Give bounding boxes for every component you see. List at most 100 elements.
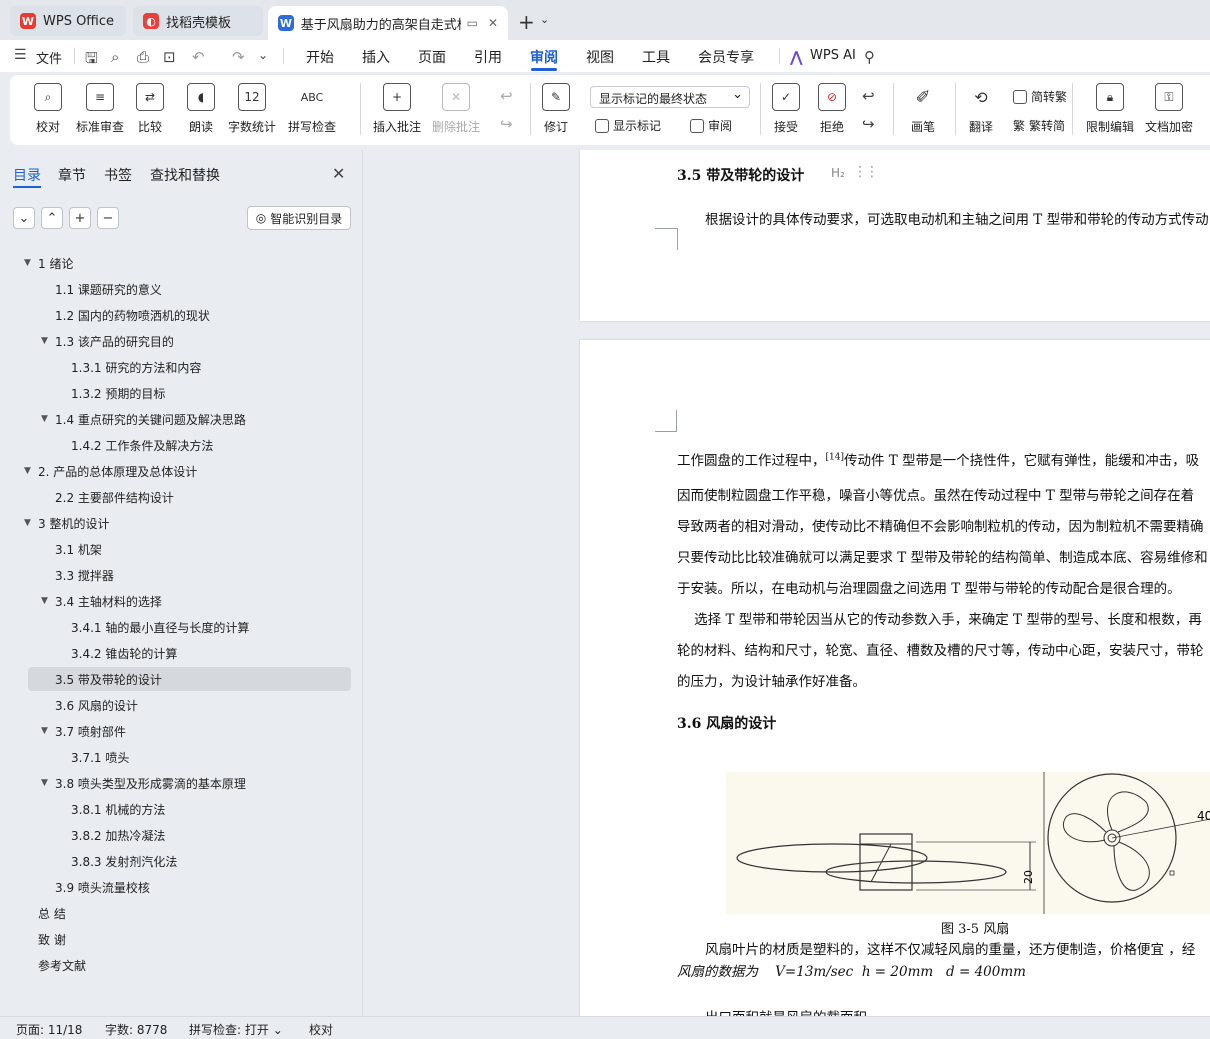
- review-pane-button[interactable]: 审阅: [690, 117, 732, 134]
- close-icon[interactable]: ✕: [332, 164, 345, 183]
- show-markup-button[interactable]: 显示标记: [595, 117, 661, 134]
- promote-level-button[interactable]: +: [69, 207, 91, 229]
- toc-item[interactable]: 3.8.1 机械的方法: [71, 798, 165, 820]
- toc-item[interactable]: 1.2 国内的药物喷洒机的现状: [55, 304, 210, 326]
- simp-to-trad-button[interactable]: 简转繁: [1013, 88, 1067, 105]
- print-icon[interactable]: ⎙: [137, 48, 149, 66]
- collapse-all-button[interactable]: ⌃: [41, 207, 63, 229]
- track-changes-button[interactable]: ✎ 修订: [542, 83, 570, 135]
- tab-document[interactable]: W 基于风扇助力的高架自走式棉花 ▭ ✕: [268, 6, 508, 40]
- toc-item[interactable]: 3.8.3 发射剂汽化法: [71, 850, 177, 872]
- menu-icon[interactable]: ☰: [14, 47, 27, 63]
- translate-button[interactable]: ⟲ 翻译: [967, 83, 995, 135]
- toc-item[interactable]: 参考文献: [38, 954, 86, 976]
- toc-item[interactable]: 3.6 风扇的设计: [55, 694, 138, 716]
- menu-membership[interactable]: 会员专享: [698, 47, 754, 67]
- compare-button[interactable]: ⇄ 比较: [136, 83, 164, 135]
- chevron-down-icon[interactable]: ⌄: [540, 13, 549, 26]
- expand-all-button[interactable]: ⌄: [13, 207, 35, 229]
- toc-item[interactable]: ▼ 1.4 重点研究的关键问题及解决思路: [41, 408, 246, 430]
- word-count-button[interactable]: 12 字数统计: [228, 83, 276, 135]
- word-count-indicator[interactable]: 字数: 8778: [105, 1021, 167, 1038]
- toc-item[interactable]: ▼ 3.8 喷头类型及形成雾滴的基本原理: [41, 772, 246, 794]
- toc-item[interactable]: 3.1 机架: [55, 538, 102, 560]
- search-icon[interactable]: ⚲: [864, 48, 875, 66]
- next-comment-icon[interactable]: ↪: [500, 115, 513, 133]
- undo-icon[interactable]: ↶: [192, 48, 205, 66]
- tab-template[interactable]: ◐ 找稻壳模板: [133, 6, 263, 36]
- toc-item[interactable]: ▼ 3 整机的设计: [24, 512, 109, 534]
- toc-item[interactable]: ▼ 1.3 该产品的研究目的: [41, 330, 174, 352]
- page-indicator[interactable]: 页面: 11/18: [16, 1021, 82, 1038]
- spell-check-button[interactable]: ABC 拼写检查: [288, 83, 336, 135]
- menu-review[interactable]: 审阅: [530, 47, 558, 67]
- accept-button[interactable]: ✓ 接受: [772, 83, 800, 135]
- nav-tab-toc[interactable]: 目录: [13, 165, 41, 185]
- screen-icon[interactable]: ▭: [467, 16, 478, 30]
- previous-change-icon[interactable]: ↩: [862, 87, 875, 105]
- menu-home[interactable]: 开始: [306, 47, 334, 67]
- expand-toggle-icon[interactable]: ▼: [24, 518, 38, 528]
- insert-comment-button[interactable]: + 插入批注: [373, 83, 421, 135]
- wps-ai-button[interactable]: WPS AI: [810, 48, 856, 63]
- demote-level-button[interactable]: −: [97, 207, 119, 229]
- expand-toggle-icon[interactable]: ▼: [41, 596, 55, 606]
- delete-comment-button[interactable]: ✕ 删除批注: [432, 83, 480, 135]
- toc-item[interactable]: 3.8.2 加热冷凝法: [71, 824, 165, 846]
- next-change-icon[interactable]: ↪: [862, 115, 875, 133]
- read-aloud-button[interactable]: ◖ 朗读: [187, 83, 215, 135]
- new-tab-icon[interactable]: +: [518, 10, 535, 34]
- reject-button[interactable]: ⊘ 拒绝: [818, 83, 846, 135]
- close-icon[interactable]: ✕: [488, 16, 498, 30]
- nav-tab-bookmarks[interactable]: 书签: [104, 165, 132, 185]
- print-preview-icon[interactable]: ⊡: [163, 48, 176, 66]
- nav-tab-sections[interactable]: 章节: [58, 165, 86, 185]
- previous-comment-icon[interactable]: ↩: [500, 87, 513, 105]
- menu-insert[interactable]: 插入: [362, 47, 390, 67]
- trad-to-simp-button[interactable]: 繁 繁转简: [1013, 117, 1065, 134]
- encrypt-document-button[interactable]: ⚿ 文档加密: [1145, 83, 1193, 135]
- expand-toggle-icon[interactable]: ▼: [41, 726, 55, 736]
- toc-item[interactable]: ▼ 2. 产品的总体原理及总体设计: [24, 460, 197, 482]
- toc-item[interactable]: 3.7.1 喷头: [71, 746, 129, 768]
- pen-button[interactable]: ✐ 画笔: [909, 83, 937, 135]
- smart-toc-button[interactable]: ◎ 智能识别目录: [247, 206, 351, 230]
- markup-state-select[interactable]: 显示标记的最终状态: [590, 86, 750, 108]
- toc-item[interactable]: 2.2 主要部件结构设计: [55, 486, 174, 508]
- expand-toggle-icon[interactable]: ▼: [24, 258, 38, 268]
- nav-tab-find-replace[interactable]: 查找和替换: [150, 165, 220, 185]
- tab-wps-office[interactable]: W WPS Office: [10, 6, 126, 36]
- toc-item[interactable]: 总 结: [38, 902, 66, 924]
- expand-toggle-icon[interactable]: ▼: [41, 336, 55, 346]
- restrict-editing-button[interactable]: 🔒︎ 限制编辑: [1086, 83, 1134, 135]
- menu-view[interactable]: 视图: [586, 47, 614, 67]
- chevron-down-icon[interactable]: ⌄: [258, 48, 268, 62]
- menu-references[interactable]: 引用: [474, 47, 502, 67]
- toc-item[interactable]: 3.4.1 轴的最小直径与长度的计算: [71, 616, 249, 638]
- toc-item[interactable]: ▼ 3.4 主轴材料的选择: [41, 590, 162, 612]
- toc-item[interactable]: 1.3.1 研究的方法和内容: [71, 356, 201, 378]
- file-menu[interactable]: 文件: [36, 48, 62, 67]
- share-icon[interactable]: ⌕: [111, 48, 119, 66]
- toc-item[interactable]: 1.1 课题研究的意义: [55, 278, 162, 300]
- toc-item[interactable]: 3.3 搅拌器: [55, 564, 114, 586]
- expand-toggle-icon[interactable]: ▼: [41, 414, 55, 424]
- toc-item[interactable]: 3.5 带及带轮的设计: [55, 668, 162, 690]
- citation[interactable]: [14]: [826, 453, 844, 463]
- proofread-button[interactable]: ⌕ 校对: [34, 83, 62, 135]
- spell-check-indicator[interactable]: 拼写检查: 打开 ⌄: [189, 1021, 283, 1038]
- expand-toggle-icon[interactable]: ▼: [41, 778, 55, 788]
- toc-item[interactable]: 3.4.2 锥齿轮的计算: [71, 642, 177, 664]
- expand-toggle-icon[interactable]: ▼: [24, 466, 38, 476]
- redo-icon[interactable]: ↷: [232, 48, 245, 66]
- toc-item[interactable]: 致 谢: [38, 928, 66, 950]
- save-icon[interactable]: 🖫: [85, 48, 98, 73]
- toc-item[interactable]: ▼ 3.7 喷射部件: [41, 720, 126, 742]
- toc-item[interactable]: ▼ 1 绪论: [24, 252, 73, 274]
- toc-item[interactable]: 1.4.2 工作条件及解决方法: [71, 434, 213, 456]
- proofread-indicator[interactable]: 校对: [309, 1021, 333, 1038]
- drag-handle-icon[interactable]: ⋮⋮: [853, 164, 879, 180]
- standard-review-button[interactable]: ≡ 标准审查: [76, 83, 124, 135]
- toc-item[interactable]: 3.9 喷头流量校核: [55, 876, 150, 898]
- toc-item[interactable]: 1.3.2 预期的目标: [71, 382, 165, 404]
